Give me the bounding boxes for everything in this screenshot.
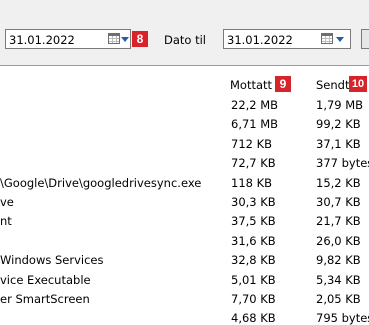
from-date-picker[interactable]: 31.01.2022: [5, 29, 131, 49]
row-received-value: 72,7 KB: [231, 156, 276, 170]
row-received-value: 31,6 KB: [231, 234, 276, 248]
row-process-name[interactable]: nt: [0, 214, 12, 228]
row-process-name[interactable]: \Google\Drive\googledrivesync.exe: [0, 176, 201, 190]
row-sent-value: 26,0 KB: [316, 234, 361, 248]
row-process-name[interactable]: vice Executable: [0, 273, 91, 287]
row-received-value: 30,3 KB: [231, 195, 276, 209]
row-sent-value: 21,7 KB: [316, 214, 361, 228]
toolbar-edge-button[interactable]: [361, 29, 369, 49]
chevron-down-icon[interactable]: [121, 37, 129, 42]
from-date-value: 31.01.2022: [9, 33, 75, 47]
row-received-value: 4,68 KB: [231, 311, 276, 325]
row-sent-value: 15,2 KB: [316, 176, 361, 190]
row-received-value: 37,5 KB: [231, 214, 276, 228]
row-sent-value: 795 bytes: [316, 311, 369, 325]
calendar-icon[interactable]: [108, 33, 120, 44]
row-received-value: 118 KB: [231, 176, 273, 190]
column-header-received[interactable]: Mottatt: [230, 78, 272, 92]
to-date-label: Dato til: [164, 33, 207, 47]
row-received-value: 5,01 KB: [231, 273, 276, 287]
row-sent-value: 2,05 KB: [316, 292, 361, 306]
chevron-down-icon[interactable]: [336, 37, 344, 42]
row-sent-value: 5,34 KB: [316, 273, 361, 287]
calendar-icon[interactable]: [321, 33, 333, 44]
row-received-value: 7,70 KB: [231, 292, 276, 306]
row-sent-value: 37,1 KB: [316, 137, 361, 151]
row-process-name[interactable]: er SmartScreen: [0, 292, 90, 306]
row-received-value: 6,71 MB: [231, 117, 279, 131]
callout-badge-10: 10: [349, 76, 367, 92]
row-sent-value: 30,7 KB: [316, 195, 361, 209]
to-date-value: 31.01.2022: [227, 33, 293, 47]
to-date-picker[interactable]: 31.01.2022: [223, 29, 351, 49]
callout-badge-8: 8: [132, 31, 148, 47]
row-received-value: 22,2 MB: [231, 98, 279, 112]
callout-badge-9: 9: [275, 76, 291, 92]
row-received-value: 32,8 KB: [231, 253, 276, 267]
row-process-name[interactable]: ve: [0, 195, 14, 209]
row-sent-value: 9,82 KB: [316, 253, 361, 267]
row-sent-value: 377 bytes: [316, 156, 369, 170]
column-header-sent[interactable]: Sendt: [316, 78, 349, 92]
row-sent-value: 1,79 MB: [316, 98, 364, 112]
row-sent-value: 99,2 KB: [316, 117, 361, 131]
row-received-value: 712 KB: [231, 137, 273, 151]
row-process-name[interactable]: Windows Services: [0, 253, 103, 267]
date-filter-toolbar: 31.01.2022 8 Dato til 31.01.2022: [0, 0, 369, 66]
